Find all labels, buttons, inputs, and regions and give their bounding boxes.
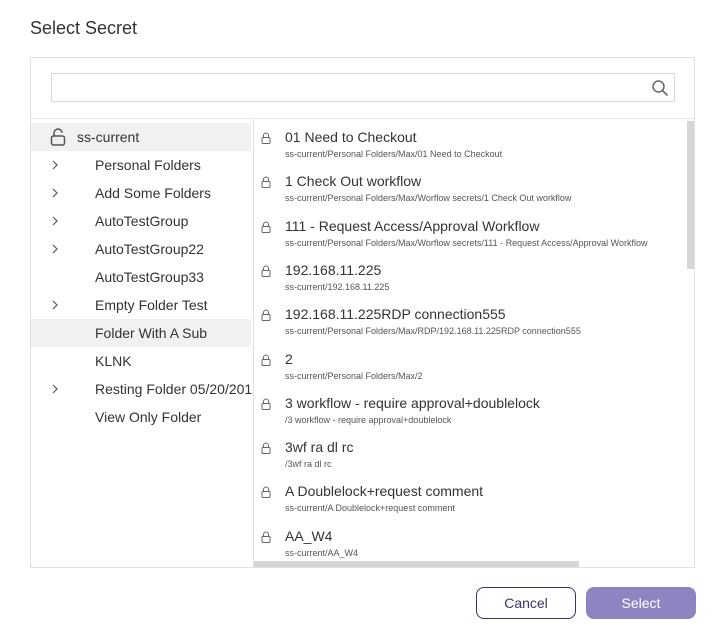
secret-name: 192.168.11.225RDP connection555 xyxy=(285,306,506,323)
lock-icon xyxy=(261,132,271,144)
cancel-button[interactable]: Cancel xyxy=(476,587,576,619)
lock-icon xyxy=(261,309,271,322)
tree-item[interactable]: Folder With A Sub xyxy=(31,319,251,347)
secret-path: ss-current/AA_W4 xyxy=(285,547,359,558)
secret-name: 3wf ra dl rc xyxy=(285,439,354,456)
secret-list: 01 Need to Checkout ss-current/Personal F… xyxy=(253,118,694,567)
select-button[interactable]: Select xyxy=(586,587,696,619)
secret-path: ss-current/Personal Folders/Max/Worflow … xyxy=(285,237,648,248)
tree-item[interactable]: Personal Folders xyxy=(31,151,253,179)
tree-item[interactable]: Empty Folder Test xyxy=(31,291,253,319)
secret-path: ss-current/Personal Folders/Max/2 xyxy=(285,370,423,381)
secret-path: ss-current/A Doublelock+request comment xyxy=(285,503,455,514)
secret-list-item[interactable]: AA_W4 ss-current/AA_W4 xyxy=(254,522,686,566)
secret-name: AA_W4 xyxy=(285,527,333,544)
dialog-title: Select Secret xyxy=(30,18,138,38)
vertical-scrollbar[interactable] xyxy=(687,121,694,269)
chevron-right-icon[interactable] xyxy=(51,159,59,171)
secret-list-item[interactable]: 192.168.11.225 ss-current/192.168.11.225 xyxy=(254,256,686,300)
search-input[interactable] xyxy=(52,74,642,101)
tree-item-label: AutoTestGroup xyxy=(95,213,189,229)
search-icon[interactable] xyxy=(651,79,669,97)
horizontal-scrollbar[interactable] xyxy=(254,561,579,567)
chevron-right-icon[interactable] xyxy=(51,187,59,199)
folder-tree: ss-current Personal Folders Add Some Fold… xyxy=(31,118,253,567)
secret-list-item[interactable]: 1 Check Out workflow ss-current/Personal … xyxy=(254,167,686,211)
tree-item[interactable]: KLNK xyxy=(31,347,253,375)
secret-path: ss-current/Personal Folders/Max/RDP/192.… xyxy=(285,326,581,337)
secret-name: 1 Check Out workflow xyxy=(285,173,422,190)
tree-item[interactable]: Add Some Folders xyxy=(31,179,253,207)
chevron-right-icon[interactable] xyxy=(51,299,59,311)
tree-item[interactable]: View Only Folder xyxy=(31,403,253,431)
secret-list-item[interactable]: A Doublelock+request comment ss-current/A… xyxy=(254,477,686,521)
lock-icon xyxy=(261,265,271,277)
tree-root-ss-current[interactable]: ss-current xyxy=(31,123,251,151)
lock-icon xyxy=(261,486,271,499)
secret-name: A Doublelock+request comment xyxy=(285,483,484,500)
secret-name: 192.168.11.225 xyxy=(285,261,382,278)
secret-path: /3 workflow - require approval+doubleloc… xyxy=(285,414,452,425)
tree-item-label: Empty Folder Test xyxy=(95,297,208,313)
tree-item[interactable]: AutoTestGroup22 xyxy=(31,235,253,263)
secret-list-item[interactable]: 192.168.11.225RDP connection555 ss-curren… xyxy=(254,300,686,344)
secret-name: 2 xyxy=(285,350,293,367)
chevron-right-icon[interactable] xyxy=(51,243,59,255)
secret-path: ss-current/Personal Folders/Max/Worflow … xyxy=(285,193,572,204)
tree-item[interactable]: Resting Folder 05/20/2019 xyxy=(31,375,253,403)
lock-icon xyxy=(261,398,271,410)
lock-icon xyxy=(261,442,271,455)
lock-open-icon xyxy=(50,128,66,146)
secret-list-item[interactable]: 3 workflow - require approval+doublelock… xyxy=(254,389,686,433)
tree-item-label: Personal Folders xyxy=(95,157,201,173)
tree-item-label: Folder With A Sub xyxy=(95,325,208,341)
tree-item-label: Resting Folder 05/20/2019 xyxy=(95,381,253,397)
tree-item-label: Add Some Folders xyxy=(95,185,211,201)
secret-list-item[interactable]: 111 - Request Access/Approval Workflow ss… xyxy=(254,212,686,256)
search-box xyxy=(51,73,675,102)
secret-name: 3 workflow - require approval+doublelock xyxy=(285,394,540,411)
secret-picker-panel: ss-current Personal Folders Add Some Fold… xyxy=(30,57,695,568)
chevron-right-icon[interactable] xyxy=(51,215,59,227)
tree-item-label: AutoTestGroup33 xyxy=(95,269,204,285)
tree-item-label: AutoTestGroup22 xyxy=(95,241,204,257)
lock-icon xyxy=(261,531,271,543)
secret-list-item[interactable]: 2 ss-current/Personal Folders/Max/2 xyxy=(254,345,686,389)
secret-path: /3wf ra dl rc xyxy=(285,459,332,470)
tree-item[interactable]: AutoTestGroup xyxy=(31,207,253,235)
tree-root-label: ss-current xyxy=(77,129,140,145)
lock-icon xyxy=(261,221,271,233)
tree-item[interactable]: AutoTestGroup33 xyxy=(31,263,253,291)
secret-path: ss-current/Personal Folders/Max/01 Need … xyxy=(285,149,503,159)
secret-path: ss-current/192.168.11.225 xyxy=(285,281,390,292)
secret-list-item[interactable]: 3wf ra dl rc/3wf ra dl rc xyxy=(254,433,686,477)
secret-name: 111 - Request Access/Approval Workflow xyxy=(285,217,540,234)
lock-icon xyxy=(261,354,271,366)
lock-icon xyxy=(261,176,271,189)
secret-name: 01 Need to Checkout xyxy=(285,129,417,145)
chevron-right-icon[interactable] xyxy=(51,383,59,395)
tree-item-label: KLNK xyxy=(95,353,132,369)
tree-item-label: View Only Folder xyxy=(95,409,202,425)
secret-list-item[interactable]: 01 Need to Checkout ss-current/Personal F… xyxy=(254,123,686,167)
